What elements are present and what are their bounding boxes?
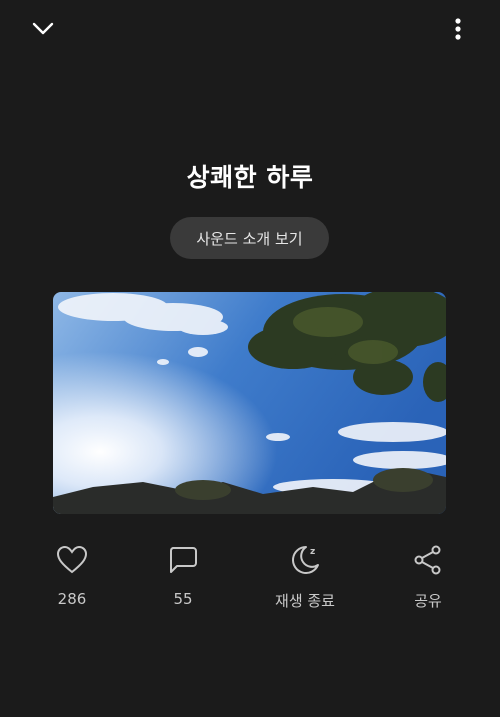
svg-text:z: z (310, 547, 315, 557)
comment-count: 55 (173, 590, 193, 608)
sleep-timer-button[interactable]: z 재생 종료 (260, 540, 350, 611)
share-label: 공유 (414, 592, 442, 610)
moon-sleep-icon: z (288, 540, 322, 580)
hero-image (53, 292, 446, 514)
page-title: 상쾌한 하루 (186, 163, 314, 192)
like-count: 286 (57, 590, 87, 608)
chevron-down-icon[interactable] (26, 14, 60, 44)
top-bar (0, 0, 500, 60)
share-button[interactable]: 공유 (383, 540, 473, 611)
more-vertical-icon[interactable] (444, 12, 472, 46)
sleep-timer-label: 재생 종료 (275, 592, 335, 610)
like-button[interactable]: 286 (27, 540, 117, 608)
comment-icon (167, 540, 199, 580)
sound-intro-button[interactable]: 사운드 소개 보기 (170, 217, 329, 259)
heart-icon (56, 540, 88, 580)
comment-button[interactable]: 55 (138, 540, 228, 608)
action-bar: 286 55 z 재생 종료 공유 (0, 540, 500, 620)
share-icon (412, 540, 444, 580)
